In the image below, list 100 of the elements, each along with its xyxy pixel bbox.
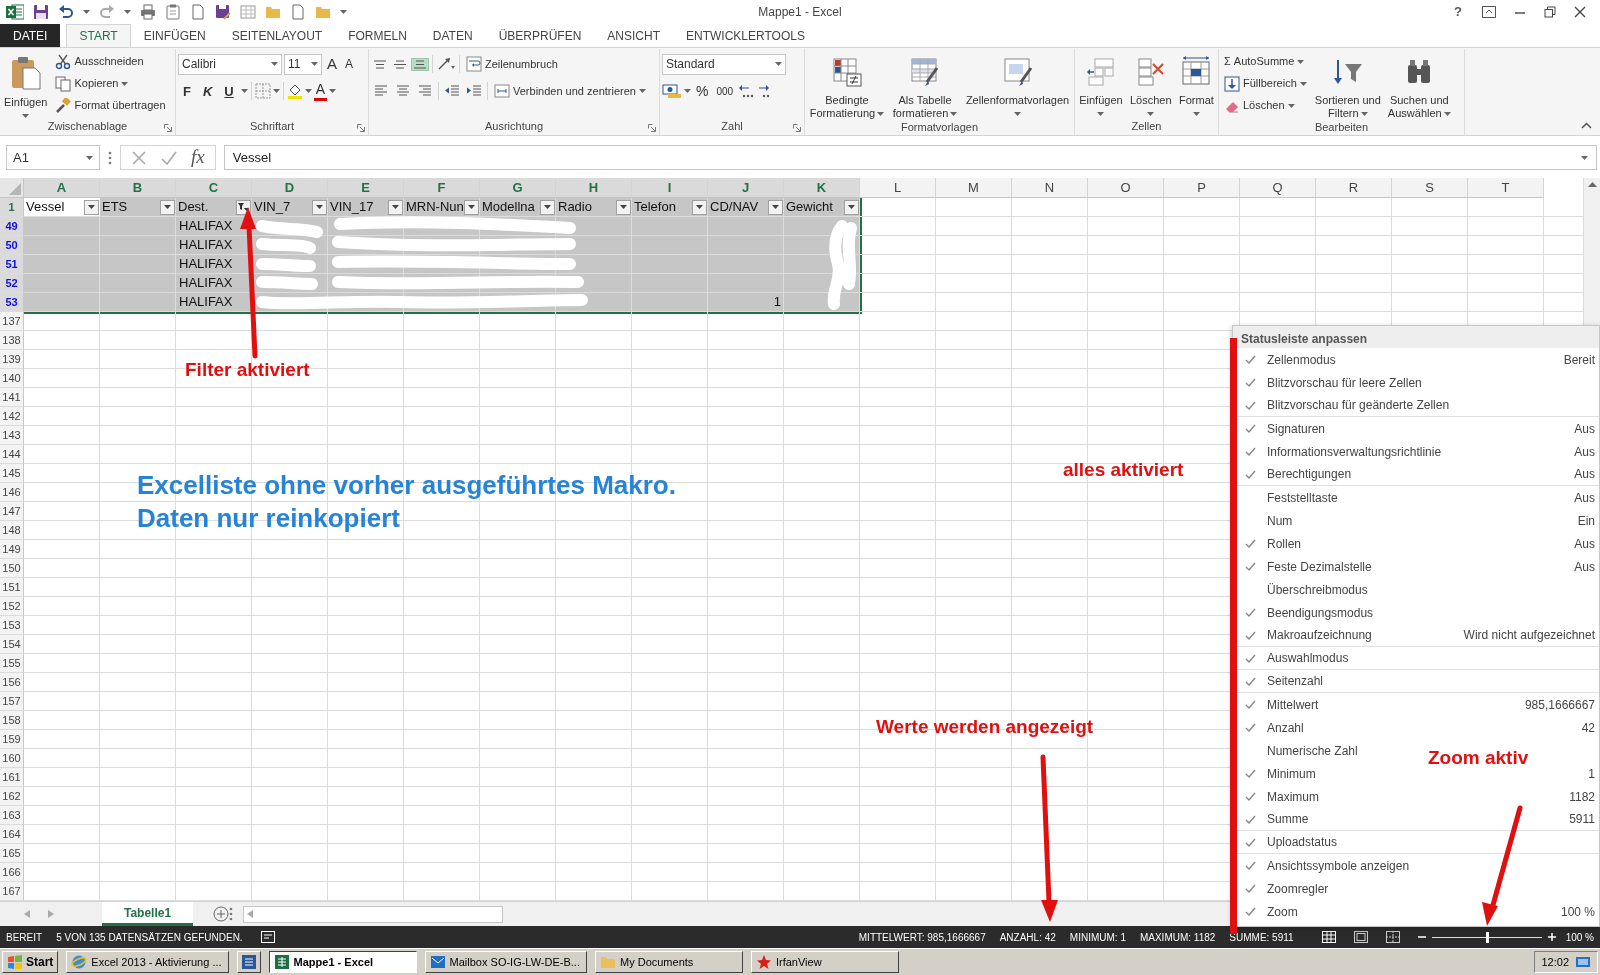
menu-item[interactable]: Zoomregler [1233, 877, 1333, 900]
row-number[interactable]: 158 [0, 711, 24, 730]
row-number[interactable]: 1 [0, 198, 24, 217]
column-header[interactable]: E [328, 178, 404, 198]
copy-button[interactable]: Kopieren [52, 73, 169, 94]
header-cell[interactable]: VIN_7 [252, 198, 328, 216]
zoom-out-icon[interactable] [1417, 933, 1426, 941]
sheet-tab[interactable]: Tabelle1 [102, 902, 194, 926]
format-as-table-button[interactable]: Als Tabelle formatieren [890, 51, 960, 121]
insert-function-button[interactable]: fx [191, 143, 205, 172]
ribbon-tab[interactable]: ÜBERPRÜFEN [485, 24, 595, 47]
row-number[interactable]: 142 [0, 407, 24, 426]
monitor-icon[interactable] [1575, 955, 1591, 969]
font-name-field[interactable]: Calibri [178, 53, 282, 75]
row-number[interactable]: 139 [0, 350, 24, 369]
menu-item[interactable]: Maximum 1182 [1233, 785, 1599, 808]
paste-button[interactable]: Einfügen [2, 51, 50, 120]
column-header[interactable]: C [176, 178, 252, 198]
file-tab[interactable]: DATEI [0, 24, 61, 47]
autosum-button[interactable]: Σ AutoSumme [1221, 51, 1310, 72]
caret-icon[interactable] [240, 89, 248, 93]
font-color-button[interactable]: A [313, 81, 328, 101]
scroll-up-icon[interactable] [1587, 182, 1597, 187]
page-break-icon[interactable] [1385, 931, 1400, 943]
bottom-align-button[interactable] [411, 57, 429, 71]
column-header[interactable]: A [24, 178, 100, 198]
top-align-button[interactable] [371, 57, 389, 71]
underline-button[interactable]: U [219, 80, 239, 102]
menu-item[interactable]: Signaturen Aus [1233, 417, 1599, 440]
ribbon-tab[interactable]: ANSICHT [594, 24, 673, 47]
document-icon[interactable] [190, 4, 206, 20]
column-header[interactable]: S [1392, 178, 1468, 198]
row-number[interactable]: 141 [0, 388, 24, 407]
format-painter-button[interactable]: Format übertragen [52, 95, 169, 116]
banknote-icon[interactable] [662, 83, 682, 99]
format-cells-button[interactable]: Format [1176, 51, 1216, 120]
ribbon-tab[interactable]: EINFÜGEN [130, 24, 219, 47]
diagonal-arrow-icon[interactable] [436, 56, 456, 72]
column-header[interactable]: N [1012, 178, 1088, 198]
menu-item[interactable]: Mittelwert 985,1666667 [1233, 693, 1599, 716]
row-number[interactable]: 167 [0, 882, 24, 901]
page-layout-icon[interactable] [1353, 931, 1368, 943]
column-header[interactable]: L [860, 178, 936, 198]
row-number[interactable]: 146 [0, 483, 24, 502]
row-number[interactable]: 157 [0, 692, 24, 711]
row-number[interactable]: 161 [0, 768, 24, 787]
formula-field[interactable]: Vessel [223, 145, 1597, 170]
menu-item[interactable]: Numerische Zahl [1233, 739, 1362, 762]
printer-icon[interactable] [140, 4, 156, 20]
menu-item[interactable]: Überschreibmodus [1233, 578, 1372, 601]
header-cell[interactable]: Radio [556, 198, 632, 216]
taskbar-button[interactable]: Mailbox SO-IG-LW-DE-B... [424, 951, 587, 973]
taskbar-button[interactable] [236, 951, 261, 973]
row-number[interactable]: 163 [0, 806, 24, 825]
caret-icon[interactable] [83, 10, 90, 14]
row-number[interactable]: 52 [0, 274, 24, 293]
row-number[interactable]: 166 [0, 863, 24, 882]
column-header[interactable]: M [936, 178, 1012, 198]
row-number[interactable]: 147 [0, 502, 24, 521]
row-number[interactable]: 156 [0, 673, 24, 692]
taskbar-button[interactable]: IrfanView [750, 951, 899, 973]
column-header[interactable]: H [556, 178, 632, 198]
row-number[interactable]: 151 [0, 578, 24, 597]
row-number[interactable]: 137 [0, 312, 24, 331]
font-size-field[interactable]: 11 [284, 53, 322, 75]
document-icon[interactable] [290, 4, 306, 20]
row-number[interactable]: 51 [0, 255, 24, 274]
caret-icon[interactable] [272, 89, 280, 93]
column-header[interactable]: O [1088, 178, 1164, 198]
header-cell[interactable]: Telefon [632, 198, 708, 216]
insert-cells-button[interactable]: Einfügen [1077, 51, 1125, 120]
dialog-launcher-icon[interactable] [648, 124, 656, 132]
italic-button[interactable]: K [197, 80, 218, 102]
ribbon-tab[interactable]: SEITENLAYOUT [218, 24, 336, 47]
more-icon[interactable] [108, 150, 112, 165]
column-header[interactable]: I [632, 178, 708, 198]
header-cell[interactable]: ETS [100, 198, 176, 216]
collapse-ribbon-icon[interactable] [1581, 122, 1592, 129]
column-header[interactable]: K [784, 178, 860, 198]
ribbon-tab[interactable]: FORMELN [335, 24, 420, 47]
row-number[interactable]: 143 [0, 426, 24, 445]
column-header[interactable]: D [252, 178, 328, 198]
column-header[interactable]: R [1316, 178, 1392, 198]
column-header[interactable]: G [480, 178, 556, 198]
ribbon-tab[interactable]: ENTWICKLERTOOLS [673, 24, 818, 47]
caret-icon[interactable] [329, 89, 337, 93]
macro-record-icon[interactable] [260, 931, 275, 943]
header-cell[interactable]: Modellna [480, 198, 556, 216]
decrease-indent-icon[interactable] [444, 83, 460, 99]
cut-button[interactable]: Ausschneiden [52, 51, 169, 72]
horizontal-scrollbar[interactable] [243, 905, 504, 923]
merge-center-button[interactable]: Verbinden und zentrieren [491, 80, 649, 102]
row-number[interactable]: 50 [0, 236, 24, 255]
save-as-icon[interactable] [215, 4, 231, 20]
delete-cells-button[interactable]: Löschen [1128, 51, 1174, 120]
fill-color-icon[interactable] [286, 83, 303, 99]
menu-item[interactable]: Ansichtssymbole anzeigen [1233, 854, 1414, 877]
row-number[interactable]: 153 [0, 616, 24, 635]
menu-item[interactable]: Num Ein [1233, 509, 1599, 532]
dialog-launcher-icon[interactable] [793, 124, 801, 132]
